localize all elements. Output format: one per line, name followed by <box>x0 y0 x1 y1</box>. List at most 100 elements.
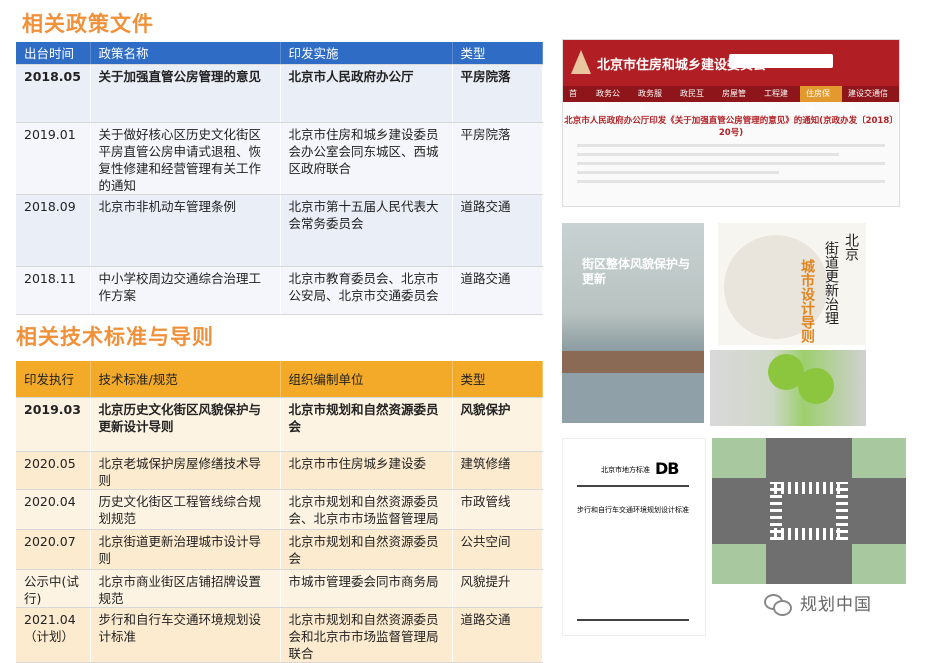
cell-date: 公示中(试行) <box>16 569 91 608</box>
website-screenshot-image: 北京市住房和城乡建设委员会 首页 政务公开 政务服务 政民互动 房屋管理 工程建… <box>562 39 900 207</box>
crosswalk-shape <box>774 482 844 494</box>
website-nav-item: 首页 <box>569 89 577 114</box>
website-nav-item: 工程建设 <box>764 89 788 114</box>
cell-type: 道路交通 <box>452 194 543 267</box>
website-nav-item: 政务服务 <box>638 89 662 114</box>
cell-standard: 北京历史文化街区风貌保护与更新设计导则 <box>90 397 281 452</box>
website-article-title: 北京市人民政府办公厅印发《关于加强直管公房管理的意见》的通知(京政办发〔2018… <box>564 116 898 138</box>
book-cover-title: 街区整体风貌保护与更新 <box>582 257 691 286</box>
website-nav-item: 政务公开 <box>596 89 620 114</box>
website-header: 北京市住房和城乡建设委员会 <box>563 40 899 86</box>
standards-table: 印发执行 技术标准/规范 组织编制单位 类型 2019.03 北京历史文化街区风… <box>16 361 543 663</box>
standard-issuer: 北京市地方标准 <box>601 466 650 474</box>
cell-date: 2018.09 <box>16 194 91 267</box>
book2-title-line2: 街道更新治理 <box>823 241 839 325</box>
cell-type: 市政管线 <box>452 489 543 530</box>
col-header-issue-date: 印发执行 <box>16 361 91 398</box>
cell-org: 北京市市住房城乡建设委 <box>280 451 453 490</box>
col-header-org: 组织编制单位 <box>280 361 453 398</box>
cell-name: 关于加强直管公房管理的意见 <box>90 64 281 123</box>
crosswalk-shape <box>774 528 844 540</box>
col-header-type: 类型 <box>452 42 543 65</box>
cell-type: 平房院落 <box>452 64 543 123</box>
table-row: 2019.03 北京历史文化街区风貌保护与更新设计导则 北京市规划和自然资源委员… <box>16 397 543 452</box>
col-header-date: 出台时间 <box>16 42 91 65</box>
col-header-standard: 技术标准/规范 <box>90 361 281 398</box>
cell-type: 公共空间 <box>452 529 543 570</box>
website-nav: 首页 政务公开 政务服务 政民互动 房屋管理 工程建设 住房保障 建设交通信息 <box>563 86 899 114</box>
table-row: 2018.05 关于加强直管公房管理的意见 北京市人民政府办公厅 平房院落 <box>16 64 543 123</box>
cell-date: 2020.04 <box>16 489 91 530</box>
text-line <box>577 180 885 183</box>
cell-date: 2021.04（计划） <box>16 607 91 663</box>
intersection-plan-image <box>712 438 906 584</box>
cell-standard: 北京老城保护房屋修缮技术导则 <box>90 451 281 490</box>
watermark-text: 规划中国 <box>800 595 872 615</box>
text-line <box>577 162 885 165</box>
book2-title-line3: 城市设计导则 <box>799 259 815 343</box>
cell-name: 中小学校周边交通综合治理工作方案 <box>90 266 281 315</box>
cell-date: 2019.03 <box>16 397 91 452</box>
website-nav-item: 建设交通信息 <box>848 89 888 114</box>
text-line <box>577 171 779 174</box>
cell-name: 北京市非机动车管理条例 <box>90 194 281 267</box>
street-sketch-image <box>710 350 866 426</box>
standard-title: 步行和自行车交通环境规划设计标准 <box>577 506 689 514</box>
standards-header-row: 印发执行 技术标准/规范 组织编制单位 类型 <box>16 361 543 398</box>
wechat-icon <box>764 592 792 616</box>
website-nav-item: 房屋管理 <box>722 89 746 114</box>
col-header-type: 类型 <box>452 361 543 398</box>
website-search-box <box>729 54 833 68</box>
moat-water-shape <box>562 373 704 423</box>
cell-standard: 北京市商业街区店铺招牌设置规范 <box>90 569 281 608</box>
col-header-issuer: 印发实施 <box>280 42 453 65</box>
text-line <box>577 153 839 156</box>
cell-org: 市城市管理委会同市商务局 <box>280 569 453 608</box>
building-logo-icon <box>571 50 591 74</box>
crosswalk-shape <box>836 482 848 540</box>
divider <box>577 485 689 487</box>
cell-standard: 步行和自行车交通环境规划设计标准 <box>90 607 281 663</box>
cell-org: 北京市规划和自然资源委员会 <box>280 529 453 570</box>
policy-section-title: 相关政策文件 <box>22 12 154 36</box>
website-nav-item: 政民互动 <box>680 89 704 114</box>
cell-issuer: 北京市教育委员会、北京市公安局、北京市交通委员会 <box>280 266 453 315</box>
cell-type: 道路交通 <box>452 266 543 315</box>
cell-standard: 历史文化街区工程管线综合规划规范 <box>90 489 281 530</box>
cell-issuer: 北京市人民政府办公厅 <box>280 64 453 123</box>
table-row: 2021.04（计划） 步行和自行车交通环境规划设计标准 北京市规划和自然资源委… <box>16 607 543 663</box>
green-corner-shape <box>712 544 766 584</box>
cell-type: 建筑修缮 <box>452 451 543 490</box>
green-corner-shape <box>712 438 766 478</box>
cell-date: 2020.07 <box>16 529 91 570</box>
policy-table: 出台时间 政策名称 印发实施 类型 2018.05 关于加强直管公房管理的意见 … <box>16 42 543 315</box>
cell-issuer: 北京市第十五届人民代表大会常务委员会 <box>280 194 453 267</box>
cell-issuer: 北京市住房和城乡建设委员会办公室会同东城区、西城区政府联合 <box>280 122 453 195</box>
green-corner-shape <box>852 438 906 478</box>
col-header-name: 政策名称 <box>90 42 281 65</box>
table-row: 公示中(试行) 北京市商业街区店铺招牌设置规范 市城市管理委会同市商务局 风貌提… <box>16 569 543 608</box>
cell-type: 风貌保护 <box>452 397 543 452</box>
standard-document-cover: 北京市地方标准 DB 步行和自行车交通环境规划设计标准 <box>562 438 706 636</box>
text-line <box>577 144 885 147</box>
book-cover-street-preservation: 街区整体风貌保护与更新 <box>562 223 704 423</box>
standard-db-label: DB <box>655 459 680 478</box>
cell-date: 2020.05 <box>16 451 91 490</box>
cell-type: 风貌提升 <box>452 569 543 608</box>
crosswalk-shape <box>770 482 782 540</box>
cell-date: 2018.05 <box>16 64 91 123</box>
standards-section-title: 相关技术标准与导则 <box>16 325 214 349</box>
cell-org: 北京市规划和自然资源委员会、北京市市场监督管理局 <box>280 489 453 530</box>
watermark: 规划中国 <box>764 590 872 616</box>
cell-type: 平房院落 <box>452 122 543 195</box>
table-row: 2018.09 北京市非机动车管理条例 北京市第十五届人民代表大会常务委员会 道… <box>16 194 543 267</box>
table-row: 2020.04 历史文化街区工程管线综合规划规范 北京市规划和自然资源委员会、北… <box>16 489 543 530</box>
table-row: 2020.05 北京老城保护房屋修缮技术导则 北京市市住房城乡建设委 建筑修缮 <box>16 451 543 490</box>
cell-org: 北京市规划和自然资源委员会 <box>280 397 453 452</box>
book2-title-line1: 北京 <box>843 233 859 261</box>
book-cover-street-design-guide: 北京 街道更新治理 城市设计导则 <box>718 223 866 345</box>
cell-name: 关于做好核心区历史文化街区平房直管公房申请式退租、恢复性修建和经营管理有关工作的… <box>90 122 281 195</box>
table-row: 2018.11 中小学校周边交通综合治理工作方案 北京市教育委员会、北京市公安局… <box>16 266 543 315</box>
cell-type: 道路交通 <box>452 607 543 663</box>
table-row: 2019.01 关于做好核心区历史文化街区平房直管公房申请式退租、恢复性修建和经… <box>16 122 543 195</box>
